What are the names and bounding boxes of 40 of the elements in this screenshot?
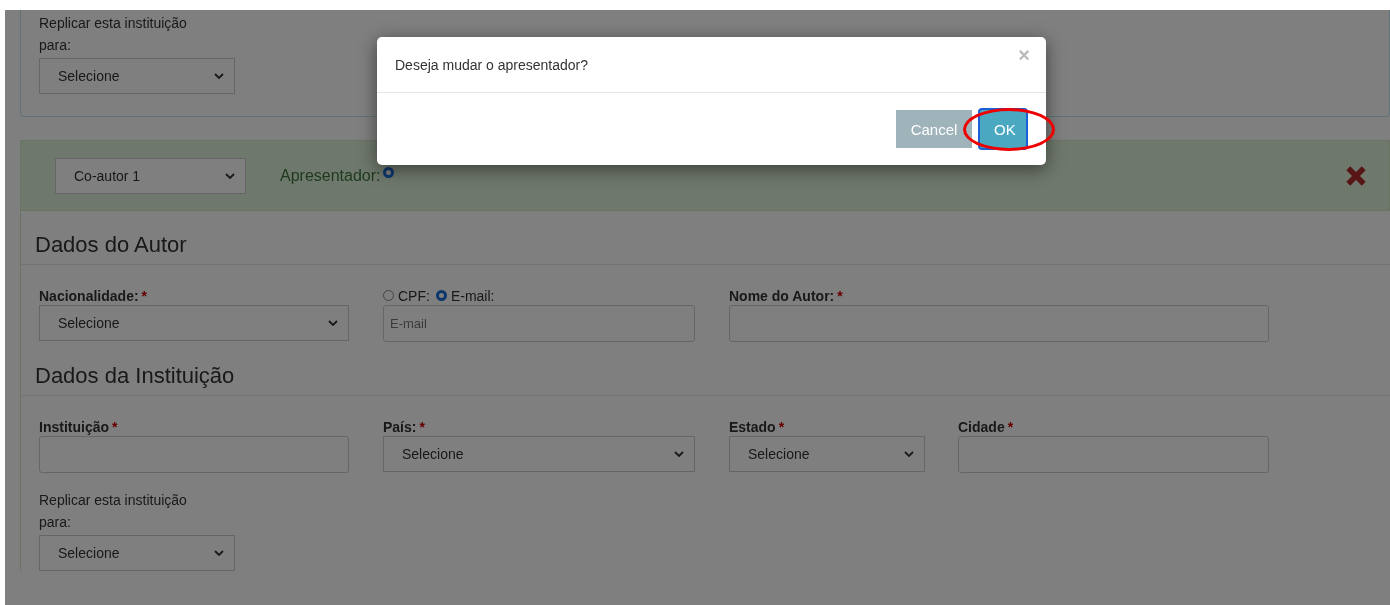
chevron-down-icon xyxy=(214,550,224,556)
text-field[interactable] xyxy=(729,305,1269,342)
section-heading: Dados da Instituição xyxy=(21,342,1390,396)
select-dropdown[interactable]: Co-autor 1 xyxy=(55,157,246,194)
replicate-label: Replicar esta instituição para: xyxy=(39,14,188,55)
required-mark: * xyxy=(1007,418,1014,435)
email-field[interactable]: E-mail xyxy=(383,305,695,342)
required-mark: * xyxy=(112,418,118,435)
radio-button[interactable] xyxy=(435,290,447,301)
chevron-down-icon xyxy=(904,451,914,457)
dialog-message: Deseja mudar o apresentador? xyxy=(395,56,588,73)
select-dropdown[interactable]: Selecione xyxy=(39,305,349,341)
chevron-down-icon xyxy=(328,320,338,326)
chevron-down-icon xyxy=(225,172,235,179)
field-label: Cidade xyxy=(958,418,1005,435)
select-dropdown[interactable]: Selecione xyxy=(729,436,925,472)
text-field[interactable] xyxy=(958,436,1269,473)
field-label: País: xyxy=(383,418,417,435)
required-mark: * xyxy=(837,287,843,304)
field-label: Estado xyxy=(729,418,776,435)
radio-button[interactable] xyxy=(383,290,394,301)
section-heading: Dados do Autor xyxy=(21,211,1390,265)
replicate-label: Replicar esta instituição para: xyxy=(39,491,188,532)
radio-label: CPF: xyxy=(398,287,430,304)
select-dropdown[interactable]: Selecione xyxy=(39,58,235,94)
ok-button[interactable]: OK xyxy=(980,110,1026,148)
delete-x-icon[interactable] xyxy=(1345,164,1367,187)
field-label: Instituição xyxy=(39,418,109,435)
required-mark: * xyxy=(141,287,148,304)
required-mark: * xyxy=(419,418,425,435)
chevron-down-icon xyxy=(214,73,224,79)
select-dropdown[interactable]: Selecione xyxy=(39,535,235,571)
required-mark: * xyxy=(778,418,785,435)
field-label: Nacionalidade: xyxy=(39,287,139,304)
radio-label: E-mail: xyxy=(450,287,495,304)
presenter-label: Apresentador: xyxy=(280,166,381,185)
text-field[interactable] xyxy=(39,436,349,473)
field-label: Nome do Autor: xyxy=(729,287,835,304)
select-dropdown[interactable]: Selecione xyxy=(383,436,695,472)
chevron-down-icon xyxy=(674,451,684,457)
